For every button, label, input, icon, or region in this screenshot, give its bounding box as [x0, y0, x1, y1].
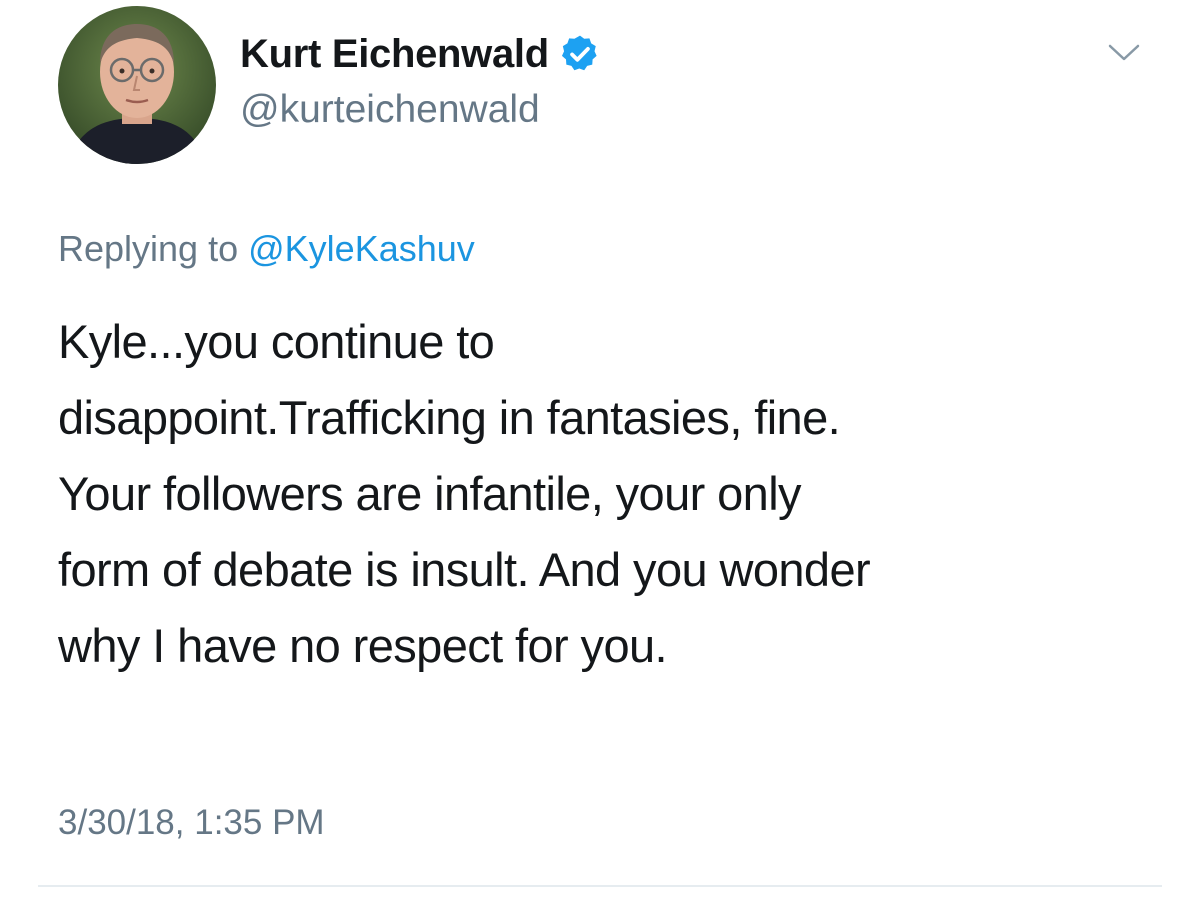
avatar[interactable]: [58, 6, 216, 164]
author-handle[interactable]: @kurteichenwald: [240, 88, 540, 132]
replying-to-line: Replying to @KyleKashuv: [58, 228, 475, 270]
reply-to-mention-link[interactable]: @KyleKashuv: [248, 228, 475, 269]
avatar-image: [58, 6, 216, 164]
author-name-row: Kurt Eichenwald: [240, 28, 601, 80]
chevron-down-icon[interactable]: [1102, 38, 1146, 66]
tweet-text: Kyle...you continue to disappoint.Traffi…: [58, 315, 871, 672]
tweet-card: Kurt Eichenwald @kurteichenwald Replying…: [0, 0, 1200, 902]
verified-badge-icon: [559, 33, 601, 75]
divider: [38, 885, 1162, 887]
replying-to-label: Replying to: [58, 228, 239, 269]
author-display-name[interactable]: Kurt Eichenwald: [240, 32, 549, 77]
tweet-timestamp[interactable]: 3/30/18, 1:35 PM: [58, 803, 325, 843]
